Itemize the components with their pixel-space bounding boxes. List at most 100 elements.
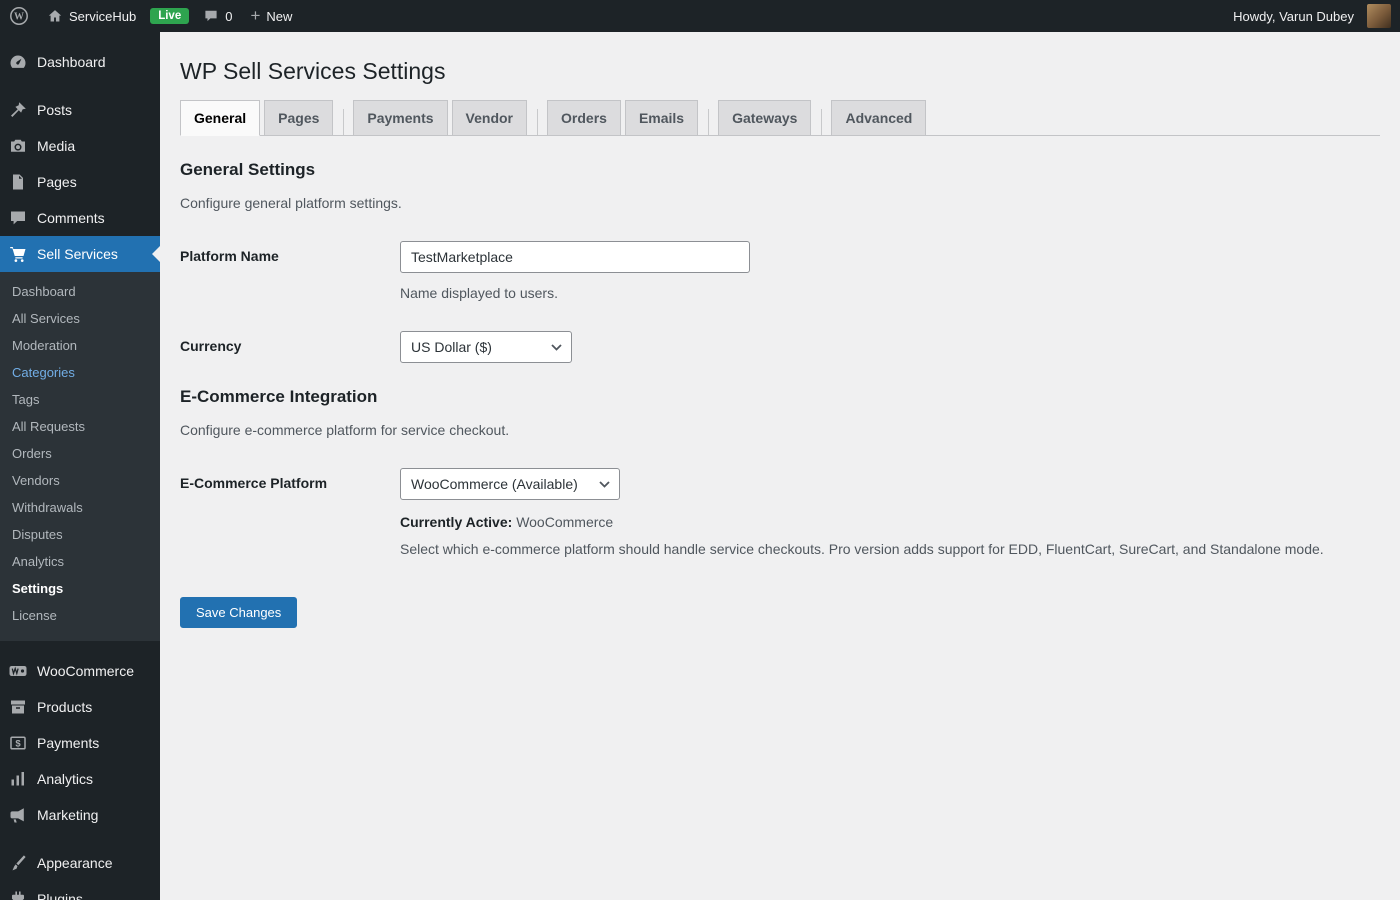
sidebar-subitem-categories[interactable]: Categories	[0, 359, 160, 386]
save-changes-button[interactable]: Save Changes	[180, 597, 298, 628]
page-icon	[13, 174, 23, 190]
box-icon	[11, 700, 25, 714]
sidebar-item-comments[interactable]: Comments	[0, 200, 160, 236]
sidebar-subitem-dashboard[interactable]: Dashboard	[0, 278, 160, 305]
ecommerce-integration-heading: E-Commerce Integration	[180, 387, 378, 406]
ecommerce-platform-help: Select which e-commerce platform should …	[400, 541, 1324, 557]
tab-vendor[interactable]: Vendor	[451, 100, 528, 135]
sidebar-item-appearance[interactable]: Appearance	[0, 845, 160, 881]
admin-bar-right: Howdy, Varun Dubey	[1224, 0, 1400, 32]
dashboard-gauge-icon	[10, 55, 26, 68]
sidebar-subitem-tags[interactable]: Tags	[0, 386, 160, 413]
comment-bubble-icon	[205, 10, 217, 22]
tab-separator	[343, 109, 345, 135]
tab-emails[interactable]: Emails	[624, 100, 699, 135]
sidebar-subitem-all-services[interactable]: All Services	[0, 305, 160, 332]
live-badge: Live	[150, 8, 190, 24]
currently-active-line: Currently Active: WooCommerce	[400, 514, 1324, 530]
comments-menu[interactable]: 0	[194, 0, 241, 32]
sidebar-subitem-withdrawals[interactable]: Withdrawals	[0, 494, 160, 521]
sidebar-item-woocommerce[interactable]: WooCommerce	[0, 653, 160, 689]
avatar	[1367, 4, 1391, 28]
cart-icon	[10, 247, 26, 262]
new-content-menu[interactable]: + New	[241, 0, 301, 32]
sidebar-item-label: Plugins	[37, 891, 83, 900]
sidebar-item-marketing[interactable]: Marketing	[0, 797, 160, 833]
sidebar-item-label: Media	[37, 138, 76, 154]
sidebar-subitem-disputes[interactable]: Disputes	[0, 521, 160, 548]
sidebar-item-label: Posts	[37, 102, 73, 118]
ecommerce-platform-select[interactable]: WooCommerce (Available)	[400, 468, 620, 500]
sidebar-item-media[interactable]: Media	[0, 128, 160, 164]
svg-text:$: $	[15, 739, 21, 750]
general-settings-heading: General Settings	[180, 160, 316, 179]
site-name: ServiceHub	[69, 8, 137, 24]
tab-separator	[537, 109, 539, 135]
tab-advanced[interactable]: Advanced	[831, 100, 927, 135]
sidebar-item-plugins[interactable]: Plugins	[0, 881, 160, 900]
currency-row: Currency US Dollar ($)	[180, 331, 1380, 363]
sidebar-item-label: Appearance	[37, 855, 113, 871]
admin-sidebar: Dashboard Posts Media Pages Comments Sel…	[0, 32, 160, 900]
sidebar-subitem-vendors[interactable]: Vendors	[0, 467, 160, 494]
ecommerce-platform-label: E-Commerce Platform	[180, 475, 328, 491]
admin-bar-left: W ServiceHub Live 0 + New	[0, 0, 301, 32]
sidebar-item-label: Marketing	[37, 807, 99, 823]
sidebar-subitem-license[interactable]: License	[0, 602, 160, 629]
sidebar-subitem-orders[interactable]: Orders	[0, 440, 160, 467]
sidebar-item-posts[interactable]: Posts	[0, 92, 160, 128]
wp-logo-menu[interactable]: W	[0, 0, 38, 32]
svg-text:W: W	[14, 12, 24, 23]
new-label: New	[266, 8, 293, 24]
sidebar-item-analytics[interactable]: Analytics	[0, 761, 160, 797]
sidebar-item-label: Comments	[37, 210, 105, 226]
tab-orders[interactable]: Orders	[547, 100, 621, 135]
sidebar-subitem-all-requests[interactable]: All Requests	[0, 413, 160, 440]
sidebar-item-label: Pages	[37, 174, 77, 190]
site-name-menu[interactable]: ServiceHub	[38, 0, 145, 32]
sidebar-subitem-moderation[interactable]: Moderation	[0, 332, 160, 359]
sidebar-subitem-analytics[interactable]: Analytics	[0, 548, 160, 575]
my-account-menu[interactable]: Howdy, Varun Dubey	[1224, 0, 1400, 32]
general-settings-description: Configure general platform settings.	[180, 195, 402, 211]
wordpress-logo-icon: W	[10, 7, 28, 25]
sidebar-item-label: WooCommerce	[37, 663, 134, 679]
megaphone-icon	[10, 808, 24, 823]
sidebar-item-dashboard[interactable]: Dashboard	[0, 44, 160, 80]
tab-payments[interactable]: Payments	[353, 100, 448, 135]
woocommerce-icon	[9, 666, 27, 676]
page-title: WP Sell Services Settings	[180, 58, 446, 84]
platform-name-label: Platform Name	[180, 248, 279, 264]
sidebar-item-sell-services[interactable]: Sell Services	[0, 236, 160, 272]
main-content: WP Sell Services Settings General Pages …	[160, 32, 1400, 900]
currently-active-value: WooCommerce	[516, 514, 614, 530]
tab-separator	[708, 109, 710, 135]
platform-name-input[interactable]	[400, 241, 750, 273]
settings-tabs: General Pages Payments Vendor Orders Ema…	[180, 100, 1380, 136]
sidebar-item-products[interactable]: Products	[0, 689, 160, 725]
ecommerce-integration-description: Configure e-commerce platform for servic…	[180, 422, 510, 438]
admin-bar: W ServiceHub Live 0 + New Howdy, Varun D…	[0, 0, 1400, 32]
sidebar-item-payments[interactable]: $ Payments	[0, 725, 160, 761]
sidebar-subitem-settings[interactable]: Settings	[0, 575, 160, 602]
plugin-icon	[12, 891, 24, 900]
tab-general[interactable]: General	[180, 100, 261, 136]
camera-icon	[11, 139, 25, 152]
comment-count: 0	[225, 8, 233, 24]
tab-gateways[interactable]: Gateways	[718, 100, 812, 135]
sidebar-item-label: Products	[37, 699, 93, 715]
ecommerce-platform-row: E-Commerce Platform WooCommerce (Availab…	[180, 468, 1380, 557]
comment-bubble-icon	[11, 211, 25, 225]
howdy-text: Howdy, Varun Dubey	[1233, 8, 1354, 24]
sell-services-submenu: Dashboard All Services Moderation Catego…	[0, 272, 160, 641]
currently-active-label: Currently Active:	[400, 514, 513, 530]
home-icon	[48, 10, 62, 22]
bar-chart-icon	[11, 772, 24, 786]
sidebar-item-pages[interactable]: Pages	[0, 164, 160, 200]
currency-select[interactable]: US Dollar ($)	[400, 331, 572, 363]
platform-name-help: Name displayed to users.	[400, 285, 558, 301]
brush-icon	[12, 855, 26, 871]
currency-label: Currency	[180, 338, 242, 354]
tab-pages[interactable]: Pages	[264, 100, 334, 135]
pushpin-icon	[11, 102, 26, 117]
